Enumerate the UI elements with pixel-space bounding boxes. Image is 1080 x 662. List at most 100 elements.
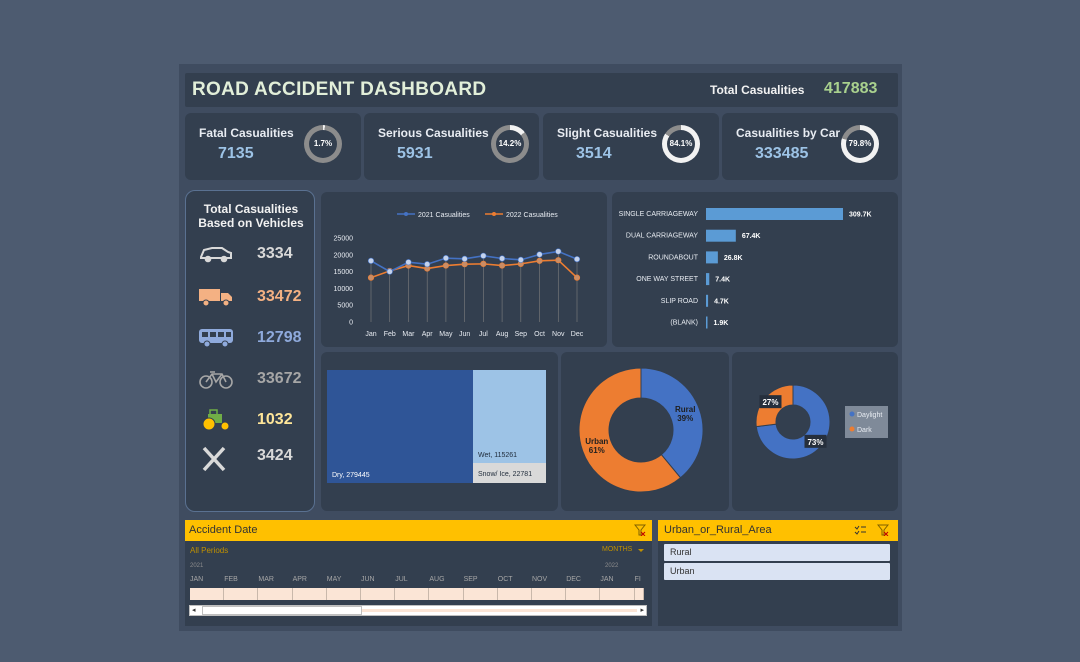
bar-value-label: 26.8K	[724, 255, 743, 262]
legend-marker	[492, 212, 496, 216]
page-title: ROAD ACCIDENT DASHBOARD	[192, 79, 487, 100]
bar-category-label: SLIP ROAD	[661, 298, 698, 305]
slice-percent: 73%	[807, 438, 823, 447]
timeline-cell[interactable]	[326, 588, 361, 600]
timeline-cell[interactable]	[190, 588, 225, 600]
y-tick-label: 0	[349, 320, 353, 327]
chevron-down-icon[interactable]	[637, 548, 645, 554]
data-point	[461, 261, 468, 268]
bar	[706, 294, 709, 307]
x-tick-label: Oct	[534, 331, 545, 338]
vehicle-value: 3334	[257, 245, 293, 262]
year-label: 2021	[190, 563, 204, 569]
kpi-value: 333485	[755, 145, 809, 162]
kpi-label: Serious Casualities	[378, 126, 489, 140]
truck-icon	[199, 289, 232, 307]
data-point	[386, 268, 393, 275]
tractor-icon	[202, 409, 230, 431]
dashboard: ROAD ACCIDENT DASHBOARD Total Casualitie…	[179, 64, 902, 631]
timeline-scrollbar[interactable]: ◂ ▸	[189, 605, 647, 616]
data-point	[480, 260, 487, 267]
vehicles-heading-line2: Based on Vehicles	[198, 216, 304, 230]
data-point	[517, 256, 524, 263]
data-point	[442, 262, 450, 269]
timeline-cell[interactable]	[224, 588, 259, 600]
timeline-cell[interactable]	[600, 588, 635, 600]
kpi-percent: 84.1%	[669, 139, 693, 148]
slice-percent: 61%	[589, 446, 605, 455]
multi-select-icon[interactable]	[854, 525, 867, 536]
line-chart: 2021 Casualities 2022 Casualities 0 5000 100…	[334, 212, 584, 338]
legend-label: 2022 Casualities	[506, 212, 558, 219]
scroll-thumb[interactable]	[202, 606, 362, 615]
y-tick-label: 15000	[334, 269, 354, 276]
kpi-label: Slight Casualities	[557, 126, 658, 140]
total-casualities-label: Total Casualities	[710, 83, 805, 97]
period-label: All Periods	[190, 546, 229, 555]
vehicle-row-bicycle: 33672	[198, 366, 310, 394]
clear-filter-icon[interactable]	[634, 524, 646, 536]
vehicle-row-truck: 33472	[198, 284, 310, 312]
kpi-percent: 1.7%	[313, 139, 333, 148]
timeline-cell[interactable]	[395, 588, 430, 600]
kpi-value: 3514	[576, 145, 612, 162]
x-tick-label: Feb	[384, 331, 396, 338]
year-label: 2022	[605, 563, 619, 569]
timeline-cell[interactable]	[292, 588, 327, 600]
slice-label: Rural	[675, 405, 695, 414]
treemap-snow-ice: Snow/ Ice, 22781	[473, 463, 546, 483]
slice-percent: 27%	[762, 398, 778, 407]
treemap-label: Snow/ Ice, 22781	[478, 471, 533, 478]
x-tick-label: Apr	[422, 331, 434, 338]
treemap-wet: Wet, 115261	[473, 370, 546, 463]
bar	[706, 316, 708, 329]
bar-chart: SINGLE CARRIAGEWAY 309.7K DUAL CARRIAGEWAY…	[619, 208, 872, 329]
timeline-cell[interactable]	[463, 588, 498, 600]
month-label: DEC	[566, 576, 581, 583]
treemap-label: Dry, 279445	[332, 472, 370, 479]
bar-category-label: ROUNDABOUT	[648, 254, 699, 261]
vehicles-heading: Total Casualities Based on Vehicles	[186, 202, 316, 230]
timeline-cell[interactable]	[429, 588, 464, 600]
kpi-value: 5931	[397, 145, 433, 162]
data-point	[405, 259, 412, 266]
data-point	[498, 262, 506, 269]
scroll-right-icon[interactable]: ▸	[640, 606, 644, 614]
vehicle-value: 1032	[257, 411, 293, 428]
vehicle-row-car: 3334	[198, 241, 310, 269]
x-tick-label: Nov	[552, 331, 565, 338]
legend-marker	[849, 426, 855, 432]
granularity-dropdown[interactable]: MONTHS	[602, 546, 632, 553]
bar-value-label: 1.9K	[714, 320, 729, 327]
kpi-label: Fatal Casualities	[199, 126, 294, 140]
slicer-item-rural[interactable]: Rural	[664, 544, 890, 561]
urban-rural-chart: Rural 39% Urban 61%	[561, 352, 729, 511]
timeline-cell[interactable]	[258, 588, 293, 600]
clear-filter-icon[interactable]	[877, 524, 889, 536]
x-tick-label: Jun	[459, 331, 470, 338]
data-point	[367, 274, 375, 281]
kpi-percent: 79.8%	[848, 139, 872, 148]
data-point	[461, 255, 468, 262]
bicycle-icon	[199, 371, 233, 389]
slicer-item-urban[interactable]: Urban	[664, 563, 890, 580]
month-label: APR	[292, 576, 307, 583]
timeline-cell[interactable]	[634, 588, 644, 600]
car-icon	[200, 247, 232, 263]
vehicle-value: 33472	[257, 288, 302, 305]
month-label: JAN	[190, 576, 204, 583]
legend-marker	[849, 411, 855, 417]
kpi-label: Casualities by Car	[736, 126, 841, 140]
timeline-cell[interactable]	[532, 588, 567, 600]
timeline-cell[interactable]	[497, 588, 532, 600]
bar-value-label: 309.7K	[849, 212, 872, 219]
vehicles-panel: Total Casualities Based on Vehicles 3334…	[185, 190, 315, 512]
y-tick-label: 25000	[334, 236, 354, 243]
data-point	[480, 252, 487, 259]
timeline-cell[interactable]	[566, 588, 601, 600]
data-point	[573, 274, 581, 281]
scroll-left-icon[interactable]: ◂	[192, 606, 196, 614]
urban-rural-donut: Rural39% Urban61%	[578, 367, 704, 493]
bar	[706, 229, 736, 242]
timeline-cell[interactable]	[361, 588, 396, 600]
